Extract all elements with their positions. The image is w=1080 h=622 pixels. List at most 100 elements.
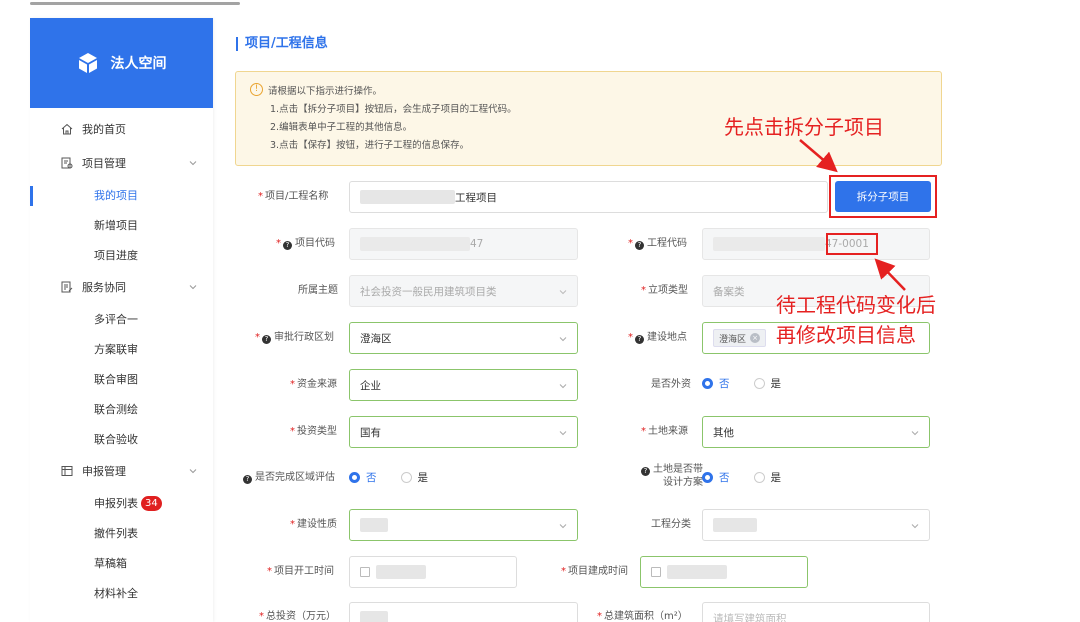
subject-label: 所属主题 [298,285,338,296]
total-area-field[interactable]: 请填写建筑面积 [702,602,930,622]
subject-select: 社会投资一般民用建筑项目类 [349,275,578,307]
sidebar-item-new-project[interactable]: 新增项目 [30,210,213,240]
sidebar-item-label: 材料补全 [94,587,138,600]
redacted-text [360,190,455,204]
brand-name: 法人空间 [110,56,167,72]
sidebar-group-label: 申报管理 [82,465,126,478]
cube-icon [77,52,99,74]
annotation-click-split: 先点击拆分子项目 [724,115,884,139]
fund-source-value: 企业 [360,379,381,392]
project-code-label: *? 项目代码 [276,238,335,250]
sidebar-item-label: 新增项目 [94,219,138,232]
project-name-value: 工程项目 [455,191,497,204]
sidebar-item-label: 我的首页 [82,123,126,136]
calendar-icon [360,567,370,577]
calendar-icon [651,567,661,577]
total-investment-label: * 总投资（万元） [259,611,336,622]
sidebar-nav: 我的首页 项目管理 我的项目 新增项目 项目进度 服务协同 多评合一 方案联审 … [30,112,213,608]
sidebar-item-withdraw-list[interactable]: 撤件列表 [30,518,213,548]
sidebar-item-label: 联合审图 [94,373,138,386]
count-badge: 34 [141,495,162,511]
close-icon[interactable]: × [750,333,761,343]
home-icon [61,123,73,135]
sidebar-item-plan-review[interactable]: 方案联审 [30,334,213,364]
project-icon [61,157,73,169]
district-label: *? 审批行政区划 [255,332,334,344]
sidebar-item-project-progress[interactable]: 项目进度 [30,240,213,270]
engineering-code-field: 47-0001 [702,228,930,260]
sidebar-item-label: 撤件列表 [94,527,138,540]
project-code-value: 47 [470,238,484,250]
project-name-label: * 项目/工程名称 [258,191,329,202]
start-time-picker[interactable] [349,556,517,588]
location-tag[interactable]: 澄海区 × [713,329,767,347]
chevron-down-icon [188,466,198,476]
start-time-label: * 项目开工时间 [267,566,334,577]
sidebar-group-application[interactable]: 申报管理 [30,454,213,488]
radio-yes[interactable]: 是 [753,470,781,485]
radio-no[interactable]: 否 [702,470,730,485]
sidebar-item-joint-survey[interactable]: 联合测绘 [30,394,213,424]
brand-header[interactable]: 法人空间 [30,18,213,108]
sidebar-item-home[interactable]: 我的首页 [30,112,213,146]
chevron-down-icon [559,288,567,296]
radio-no[interactable]: 否 [702,376,730,391]
redacted-text [360,237,470,251]
subject-value: 社会投资一般民用建筑项目类 [360,285,497,298]
investment-type-select[interactable]: 国有 [349,416,578,448]
annotation-wait-line2: 再修改项目信息 [776,323,916,347]
district-select[interactable]: 澄海区 [349,322,578,354]
sidebar-item-joint-acceptance[interactable]: 联合验收 [30,424,213,454]
redacted-text [667,565,727,579]
warning-icon: ! [250,83,263,96]
engineering-category-select[interactable] [702,509,930,541]
land-source-value: 其他 [713,426,734,439]
sidebar-item-my-projects[interactable]: 我的项目 [30,180,213,210]
foreign-capital-label: 是否外资 [651,379,691,390]
sidebar-item-label: 联合测绘 [94,403,138,416]
fund-source-label: * 资金来源 [290,379,337,390]
approval-type-label: * 立项类型 [641,285,688,296]
chevron-down-icon [559,335,567,343]
chevron-down-icon [188,158,198,168]
redacted-text [360,518,388,532]
total-area-label: * 总建筑面积（m²） [597,611,688,622]
sidebar-item-application-list[interactable]: 申报列表 34 [30,488,213,518]
redacted-text [360,611,388,622]
sidebar-group-service[interactable]: 服务协同 [30,270,213,304]
total-area-placeholder: 请填写建筑面积 [713,612,787,622]
redacted-text [376,565,426,579]
project-name-field[interactable]: 工程项目 [349,181,828,213]
sidebar-item-multi-review[interactable]: 多评合一 [30,304,213,334]
district-value: 澄海区 [360,332,392,345]
sidebar-item-label: 我的项目 [94,189,138,202]
land-source-select[interactable]: 其他 [702,416,930,448]
completion-time-picker[interactable] [640,556,808,588]
sidebar-item-drafts[interactable]: 草稿箱 [30,548,213,578]
sidebar-item-drawing-review[interactable]: 联合审图 [30,364,213,394]
approval-type-value: 备案类 [713,285,745,298]
sidebar-item-label: 方案联审 [94,343,138,356]
chevron-down-icon [911,429,919,437]
apply-icon [61,465,73,477]
radio-no[interactable]: 否 [349,470,377,485]
sidebar: 法人空间 我的首页 项目管理 我的项目 新增项目 项目进度 服务协同 多评合一 … [30,18,213,622]
engineering-category-label: 工程分类 [651,519,691,530]
chevron-down-icon [559,522,567,530]
fund-source-select[interactable]: 企业 [349,369,578,401]
sidebar-group-label: 服务协同 [82,281,126,294]
highlight-box-engineering-code [826,233,878,255]
redacted-text [713,518,757,532]
investment-type-label: * 投资类型 [290,426,337,437]
construction-nature-select[interactable] [349,509,578,541]
foreign-capital-radio-group: 否 是 [702,376,799,391]
total-investment-field[interactable] [349,602,578,622]
land-source-label: * 土地来源 [641,426,688,437]
annotation-wait-line1: 待工程代码变化后 [776,293,936,317]
project-code-field: 47 [349,228,578,260]
radio-yes[interactable]: 是 [400,470,428,485]
radio-yes[interactable]: 是 [753,376,781,391]
chevron-down-icon [188,282,198,292]
sidebar-group-project-management[interactable]: 项目管理 [30,146,213,180]
sidebar-item-material-supplement[interactable]: 材料补全 [30,578,213,608]
